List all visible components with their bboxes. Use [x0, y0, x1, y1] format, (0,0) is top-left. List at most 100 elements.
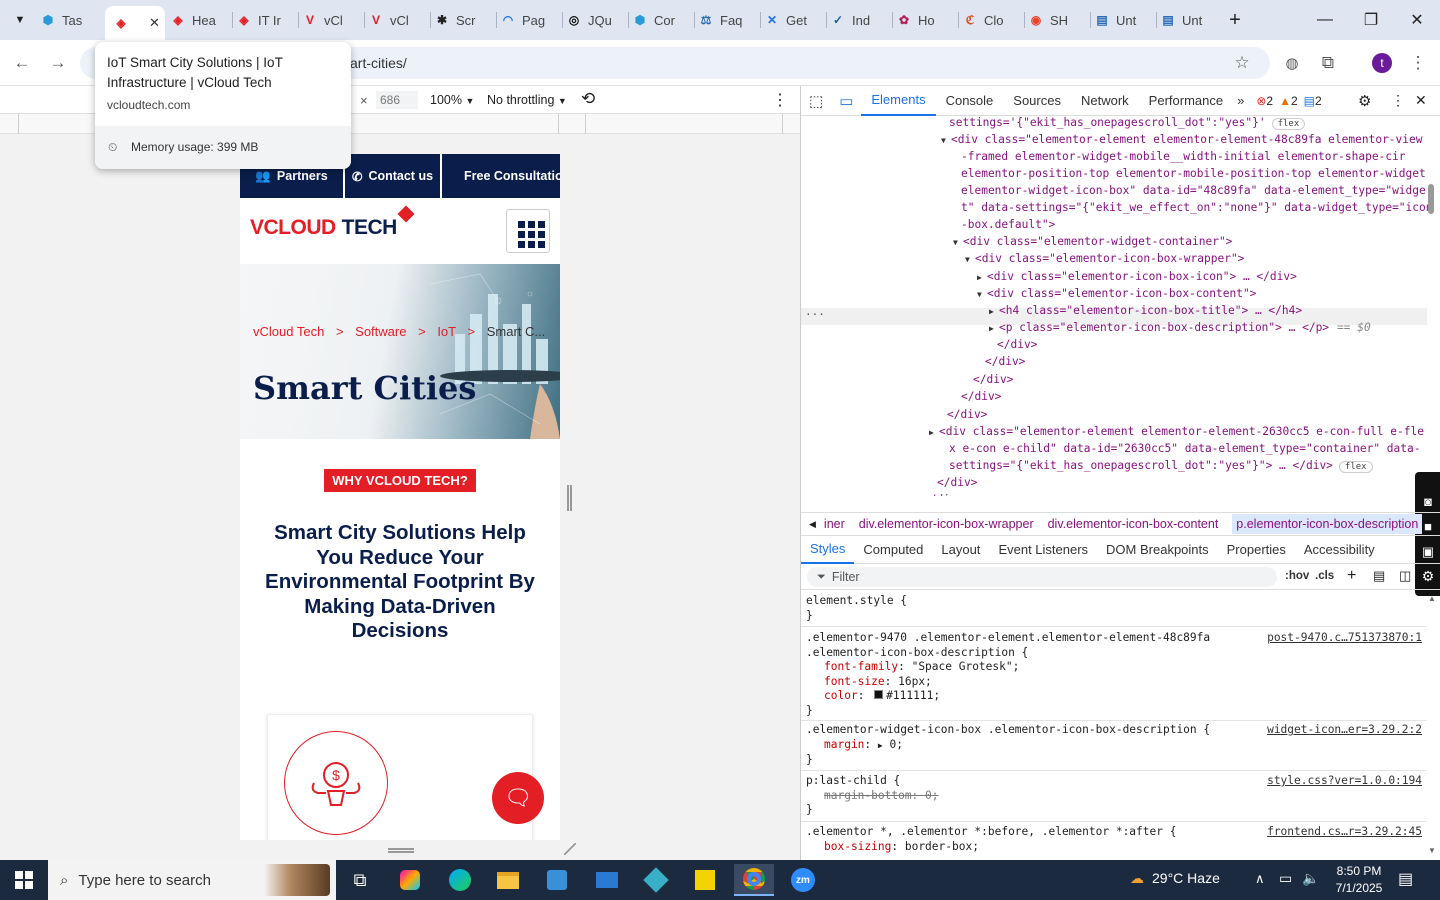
rule-source-link[interactable]: style.css?ver=1.0.0:194: [1267, 774, 1422, 789]
tab-7[interactable]: ◠ Pag: [500, 8, 558, 32]
expand-open-icon[interactable]: ▼: [941, 132, 946, 149]
tab-event-listeners[interactable]: Event Listeners: [989, 536, 1097, 564]
free-consultation-button[interactable]: Free Consultatio: [442, 154, 560, 198]
row-ellipsis-icon[interactable]: ···: [805, 306, 825, 323]
settings-gear-icon[interactable]: ⚙: [1358, 92, 1371, 110]
tab-accessibility[interactable]: Accessibility: [1295, 536, 1384, 564]
rule-source-link[interactable]: frontend.cs…r=3.29.2:45: [1267, 825, 1422, 840]
tab-search-button[interactable]: ▼: [8, 8, 32, 32]
expand-closed-icon[interactable]: ▶: [977, 269, 982, 286]
dom-line[interactable]: </div>: [937, 474, 977, 491]
tab-14[interactable]: ℭ Clo: [962, 8, 1020, 32]
expand-closed-icon[interactable]: ▶: [929, 424, 934, 441]
height-input[interactable]: 686: [376, 91, 418, 109]
breadcrumb-home[interactable]: vCloud Tech: [253, 324, 324, 339]
copilot-icon[interactable]: [390, 864, 430, 896]
minimize-button[interactable]: —: [1302, 0, 1348, 40]
dom-line[interactable]: ▶ <div class="elementor-icon-box-icon"> ……: [977, 268, 1297, 285]
issue-counters[interactable]: ⊗2 ▲2 ▤2: [1256, 94, 1321, 108]
dom-line[interactable]: ▼ <div class="elementor-icon-box-content"…: [977, 285, 1256, 302]
tab-properties[interactable]: Properties: [1218, 536, 1295, 564]
more-tabs-icon[interactable]: »: [1233, 86, 1248, 116]
tab-4[interactable]: VvCl: [302, 8, 360, 32]
dom-line[interactable]: t" data-settings="{"ekit_we_effect_on":"…: [961, 199, 1432, 216]
weather-widget[interactable]: ☁ 29°C Haze: [1130, 870, 1220, 887]
tab-8[interactable]: ◎ JQu: [566, 8, 624, 32]
dom-line[interactable]: ▶ <h4 class="elementor-icon-box-title"> ……: [989, 302, 1302, 319]
tab-10[interactable]: ⚖ Faq: [698, 8, 756, 32]
start-button[interactable]: [0, 860, 48, 900]
mail-icon[interactable]: [587, 864, 627, 896]
camera-icon[interactable]: ◙: [1415, 494, 1440, 509]
zoom-icon[interactable]: zm: [783, 864, 823, 896]
crumb-scroll-left-icon[interactable]: ◀: [801, 519, 824, 530]
styles-scroll-down-icon[interactable]: ▼: [1428, 846, 1436, 855]
dom-scrollbar[interactable]: [1428, 184, 1434, 214]
resize-handle-bottom[interactable]: [388, 848, 414, 853]
zoom-select[interactable]: 100% ▼: [430, 93, 474, 107]
app-cube-icon[interactable]: [636, 864, 676, 896]
tab-styles[interactable]: Styles: [801, 536, 855, 564]
styles-scroll-up-icon[interactable]: ▲: [1428, 594, 1436, 603]
flex-badge[interactable]: flex: [1271, 118, 1306, 130]
chat-button[interactable]: 🗨: [492, 772, 544, 824]
site-logo[interactable]: VCLOUD TECH: [250, 205, 415, 240]
volume-icon[interactable]: 🔈: [1302, 870, 1319, 887]
new-tab-button[interactable]: +: [1223, 8, 1247, 32]
taskbar-search[interactable]: ⌕ Type here to search: [48, 860, 336, 900]
device-menu-icon[interactable]: ⋮: [772, 90, 788, 110]
dom-line[interactable]: -framed elementor-widget-mobile__width-i…: [961, 148, 1406, 165]
breadcrumb-iot[interactable]: IoT: [437, 324, 456, 339]
tab-console[interactable]: Console: [936, 86, 1004, 116]
dom-line[interactable]: ▶ <div class="elementor-element elementor…: [929, 423, 1424, 440]
resize-handle-right[interactable]: [567, 485, 572, 511]
rotate-icon[interactable]: ⟲: [581, 89, 595, 109]
new-rule-icon[interactable]: +: [1347, 567, 1356, 585]
breadcrumb-software[interactable]: Software: [355, 324, 406, 339]
throttling-select[interactable]: No throttling ▼: [487, 93, 567, 107]
crumb-container[interactable]: iner: [824, 517, 845, 531]
chrome-icon[interactable]: [734, 864, 774, 896]
dom-line[interactable]: elementor-widget-icon-box" data-id="48c8…: [961, 182, 1426, 199]
dom-line[interactable]: </div>: [961, 388, 1001, 405]
dom-line[interactable]: ▶ <p class="elementor-icon-box-descriptio…: [989, 319, 1329, 336]
tab-6[interactable]: ✱ Scr: [434, 8, 492, 32]
dom-line[interactable]: ▼ <div class="elementor-element elementor…: [941, 131, 1422, 148]
expand-open-icon[interactable]: ▼: [977, 286, 982, 303]
close-tab-icon[interactable]: ✕: [149, 15, 160, 31]
contact-us-button[interactable]: ✆ Contact us: [345, 154, 442, 198]
dom-line[interactable]: </div>: [947, 406, 987, 423]
dom-line[interactable]: </div>: [973, 371, 1013, 388]
tab-3[interactable]: ◈ IT Ir: [236, 8, 294, 32]
rule-source-link[interactable]: post-9470.c…751373870:1: [1267, 631, 1422, 646]
maximize-button[interactable]: ❐: [1348, 0, 1394, 40]
tab-13[interactable]: ✿ Ho: [896, 8, 954, 32]
tab-9[interactable]: ⬢ Cor: [632, 8, 690, 32]
grid-menu-button[interactable]: [506, 209, 550, 253]
clock[interactable]: 8:50 PM 7/1/2025: [1330, 863, 1388, 897]
tab-1[interactable]: ◈ ✕: [105, 6, 165, 40]
dom-line[interactable]: elementor-position-top elementor-mobile-…: [961, 165, 1426, 182]
edge-icon[interactable]: [440, 864, 480, 896]
store-icon[interactable]: [537, 864, 577, 896]
bookmark-star-icon[interactable]: ☆: [1228, 49, 1256, 77]
tab-17[interactable]: ▤ Unt: [1160, 8, 1218, 32]
tab-2[interactable]: ◈ Hea: [170, 8, 228, 32]
resize-handle-corner[interactable]: [564, 843, 576, 855]
tab-computed[interactable]: Computed: [854, 536, 932, 564]
crumb-content[interactable]: div.elementor-icon-box-content: [1048, 517, 1219, 531]
crumb-wrapper[interactable]: div.elementor-icon-box-wrapper: [859, 517, 1034, 531]
forward-button[interactable]: →: [44, 49, 72, 77]
back-button[interactable]: ←: [8, 49, 36, 77]
dom-line[interactable]: </div>: [923, 491, 963, 496]
tab-performance[interactable]: Performance: [1139, 86, 1233, 116]
tab-sources[interactable]: Sources: [1003, 86, 1071, 116]
device-toggle-icon[interactable]: ▭: [831, 86, 861, 116]
expand-open-icon[interactable]: ▼: [953, 234, 958, 251]
close-window-button[interactable]: ✕: [1394, 0, 1440, 40]
tab-elements[interactable]: Elements: [861, 86, 936, 116]
task-view-icon[interactable]: ⧉: [340, 864, 380, 896]
dom-line[interactable]: </div>: [985, 353, 1025, 370]
sidebar-toggle-icon[interactable]: ◫: [1399, 568, 1411, 584]
devtools-menu-icon[interactable]: ⋮: [1391, 92, 1405, 109]
